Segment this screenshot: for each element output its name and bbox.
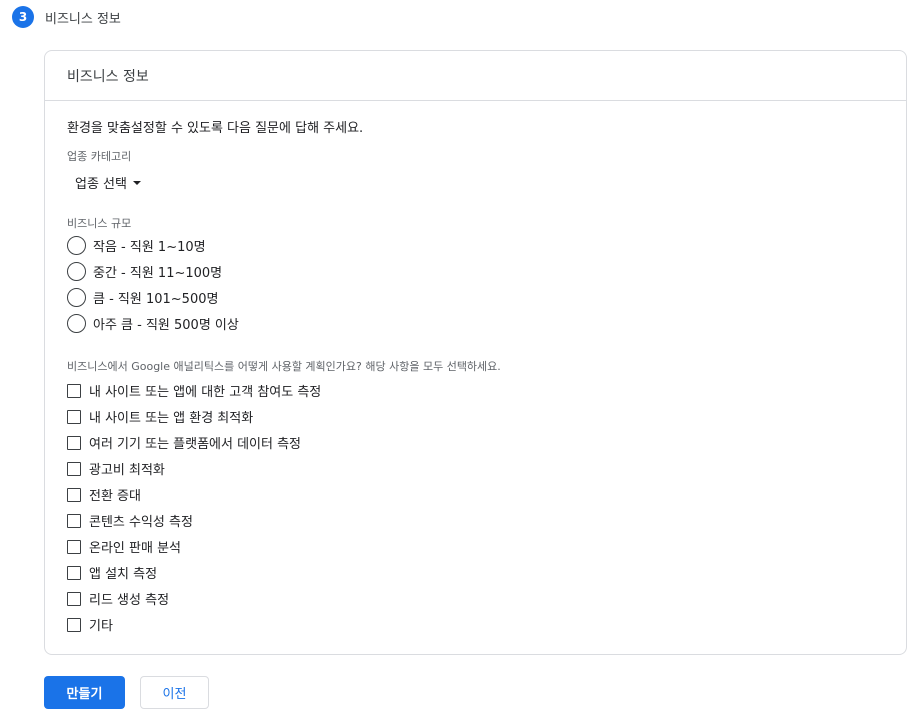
checkbox[interactable] bbox=[67, 591, 81, 606]
checkbox-label: 내 사이트 또는 앱 환경 최적화 bbox=[89, 411, 254, 426]
checkbox[interactable] bbox=[67, 435, 81, 450]
usage-option[interactable]: 리드 생성 측정 bbox=[67, 589, 169, 608]
checkbox[interactable] bbox=[67, 617, 81, 632]
checkbox[interactable] bbox=[67, 565, 81, 580]
checkbox-label: 여러 기기 또는 플랫폼에서 데이터 측정 bbox=[89, 437, 302, 452]
usage-label: 비즈니스에서 Google 애널리틱스를 어떻게 사용할 계획인가요? 해당 사… bbox=[67, 360, 501, 373]
checkbox-label: 앱 설치 측정 bbox=[89, 567, 158, 582]
checkbox[interactable] bbox=[67, 461, 81, 476]
usage-option[interactable]: 기타 bbox=[67, 615, 113, 634]
checkbox-label: 내 사이트 또는 앱에 대한 고객 참여도 측정 bbox=[89, 385, 322, 400]
back-button[interactable]: 이전 bbox=[140, 676, 209, 709]
radio-button[interactable] bbox=[67, 262, 86, 281]
usage-option[interactable]: 내 사이트 또는 앱 환경 최적화 bbox=[67, 407, 253, 426]
card-title: 비즈니스 정보 bbox=[45, 51, 906, 101]
size-option-medium[interactable]: 중간 - 직원 11~100명 bbox=[67, 262, 222, 281]
usage-option[interactable]: 광고비 최적화 bbox=[67, 459, 165, 478]
checkbox-label: 기타 bbox=[89, 619, 113, 634]
checkbox[interactable] bbox=[67, 513, 81, 528]
radio-label: 큼 - 직원 101~500명 bbox=[93, 292, 219, 307]
step-header: 3 비즈니스 정보 bbox=[12, 6, 121, 28]
checkbox[interactable] bbox=[67, 383, 81, 398]
size-option-small[interactable]: 작음 - 직원 1~10명 bbox=[67, 236, 206, 255]
checkbox[interactable] bbox=[67, 539, 81, 554]
step-number-badge: 3 bbox=[12, 6, 34, 28]
radio-button[interactable] bbox=[67, 288, 86, 307]
radio-label: 중간 - 직원 11~100명 bbox=[93, 266, 223, 281]
intro-text: 환경을 맞춤설정할 수 있도록 다음 질문에 답해 주세요. bbox=[67, 121, 364, 136]
size-option-very-large[interactable]: 아주 큼 - 직원 500명 이상 bbox=[67, 314, 239, 333]
usage-option[interactable]: 온라인 판매 분석 bbox=[67, 537, 181, 556]
radio-label: 작음 - 직원 1~10명 bbox=[93, 240, 206, 255]
usage-option[interactable]: 콘텐츠 수익성 측정 bbox=[67, 511, 193, 530]
radio-button[interactable] bbox=[67, 314, 86, 333]
checkbox-label: 전환 증대 bbox=[89, 489, 141, 504]
caret-down-icon bbox=[132, 180, 141, 185]
checkbox-label: 온라인 판매 분석 bbox=[89, 541, 181, 556]
step-title: 비즈니스 정보 bbox=[45, 11, 121, 27]
radio-button[interactable] bbox=[67, 236, 86, 255]
checkbox-label: 광고비 최적화 bbox=[89, 463, 165, 478]
industry-dropdown-value: 업종 선택 bbox=[75, 177, 127, 192]
radio-label: 아주 큼 - 직원 500명 이상 bbox=[93, 318, 239, 333]
usage-option[interactable]: 여러 기기 또는 플랫폼에서 데이터 측정 bbox=[67, 433, 301, 452]
create-button[interactable]: 만들기 bbox=[44, 676, 125, 709]
checkbox-label: 콘텐츠 수익성 측정 bbox=[89, 515, 193, 530]
checkbox[interactable] bbox=[67, 409, 81, 424]
usage-option[interactable]: 전환 증대 bbox=[67, 485, 141, 504]
size-label: 비즈니스 규모 bbox=[67, 217, 132, 230]
checkbox[interactable] bbox=[67, 487, 81, 502]
industry-dropdown[interactable]: 업종 선택 bbox=[75, 173, 141, 192]
size-option-large[interactable]: 큼 - 직원 101~500명 bbox=[67, 288, 218, 307]
business-info-card: 비즈니스 정보 환경을 맞춤설정할 수 있도록 다음 질문에 답해 주세요. 업… bbox=[44, 50, 907, 655]
checkbox-label: 리드 생성 측정 bbox=[89, 593, 170, 608]
usage-option[interactable]: 앱 설치 측정 bbox=[67, 563, 157, 582]
industry-label: 업종 카테고리 bbox=[67, 150, 132, 163]
usage-option[interactable]: 내 사이트 또는 앱에 대한 고객 참여도 측정 bbox=[67, 381, 321, 400]
